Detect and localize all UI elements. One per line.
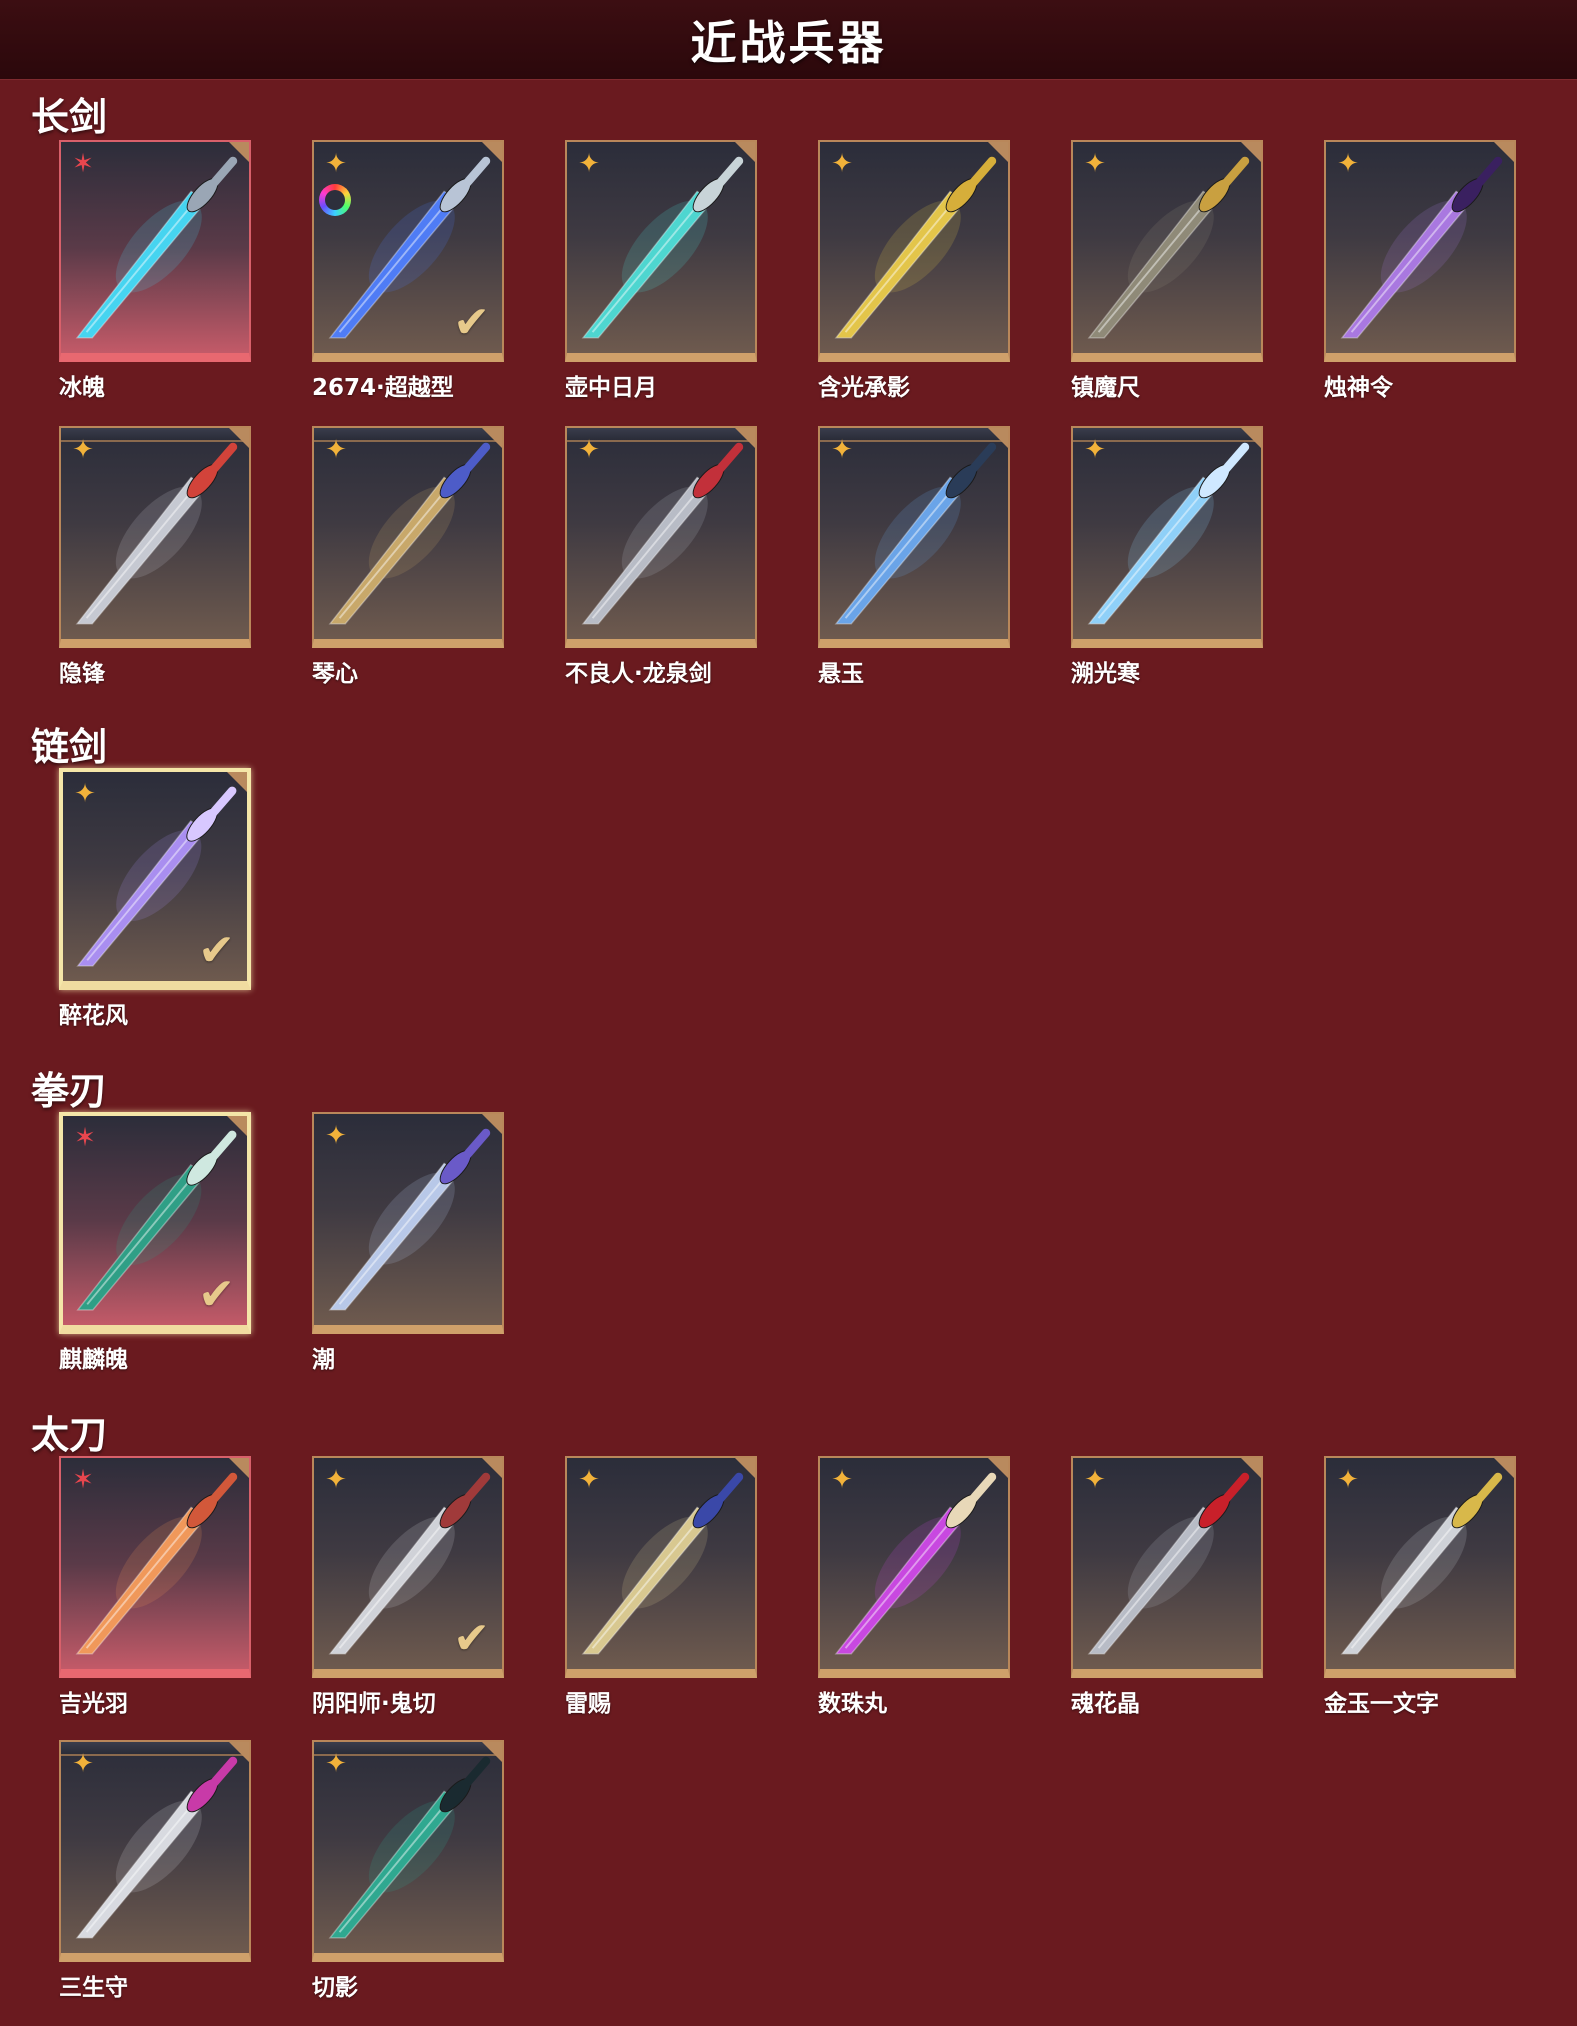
weapon-name: 数珠丸	[818, 1691, 887, 1717]
weapon-name: 隐锋	[59, 661, 105, 687]
corner-tab-icon	[735, 428, 755, 448]
weapon-name: 2674·超越型	[312, 375, 454, 401]
rarity-star-icon: ✦	[325, 149, 347, 179]
weapon-card[interactable]: ✦	[59, 1740, 251, 1962]
weapon-name: 不良人·龙泉剑	[565, 661, 712, 687]
corner-tab-icon	[988, 142, 1008, 162]
rarity-star-icon: ✦	[578, 1465, 600, 1495]
rarity-star-icon: ✦	[1084, 1465, 1106, 1495]
rarity-star-icon: ✦	[831, 1465, 853, 1495]
rarity-star-icon: ✦	[72, 435, 94, 465]
weapon-name: 吉光羽	[59, 1691, 128, 1717]
weapon-card[interactable]: ✦ ✔	[312, 1456, 504, 1678]
section-title: 链剑	[31, 725, 108, 769]
weapon-name: 烛神令	[1324, 375, 1393, 401]
weapon-card[interactable]: ✦	[1324, 140, 1516, 362]
corner-tab-icon	[1241, 428, 1261, 448]
rarity-star-icon: ✦	[325, 1121, 347, 1151]
weapon-card[interactable]: ✦	[818, 426, 1010, 648]
corner-tab-icon	[482, 142, 502, 162]
weapon-name: 阴阳师·鬼切	[312, 1691, 436, 1717]
weapon-name: 冰魄	[59, 375, 105, 401]
corner-tab-icon	[482, 428, 502, 448]
rarity-star-icon: ✦	[72, 1749, 94, 1779]
weapon-card[interactable]: ✶	[59, 1456, 251, 1678]
weapon-name: 琴心	[312, 661, 358, 687]
section-title: 长剑	[31, 95, 108, 139]
weapon-name: 切影	[312, 1975, 358, 2001]
rarity-star-icon: ✦	[578, 149, 600, 179]
weapon-name: 潮	[312, 1347, 335, 1373]
rarity-star-icon: ✦	[1084, 149, 1106, 179]
corner-tab-icon	[229, 1742, 249, 1762]
corner-tab-icon	[482, 1458, 502, 1478]
corner-tab-icon	[1494, 142, 1514, 162]
corner-tab-icon	[988, 1458, 1008, 1478]
page-title: 近战兵器	[690, 15, 887, 70]
checkmark-icon: ✔	[198, 925, 235, 976]
weapon-name: 麒麟魄	[59, 1347, 128, 1373]
corner-tab-icon	[1241, 1458, 1261, 1478]
rarity-star-icon: ✶	[72, 1465, 94, 1495]
weapon-card[interactable]: ✦	[59, 426, 251, 648]
weapon-card[interactable]: ✶ ✔	[59, 1112, 251, 1334]
rarity-star-icon: ✦	[325, 435, 347, 465]
corner-tab-icon	[227, 772, 247, 792]
color-ring-icon	[319, 184, 351, 216]
checkmark-icon: ✔	[453, 1613, 490, 1664]
corner-tab-icon	[988, 428, 1008, 448]
checkmark-icon: ✔	[198, 1269, 235, 1320]
corner-tab-icon	[1494, 1458, 1514, 1478]
weapon-card[interactable]: ✦ ✔	[312, 140, 504, 362]
weapon-card[interactable]: ✦	[312, 1740, 504, 1962]
weapon-card[interactable]: ✦	[312, 1112, 504, 1334]
weapon-card[interactable]: ✦	[565, 140, 757, 362]
rarity-star-icon: ✦	[325, 1749, 347, 1779]
weapon-card[interactable]: ✦	[565, 426, 757, 648]
corner-tab-icon	[735, 1458, 755, 1478]
corner-tab-icon	[482, 1114, 502, 1134]
rarity-star-icon: ✦	[831, 435, 853, 465]
weapon-card[interactable]: ✦	[1324, 1456, 1516, 1678]
corner-tab-icon	[227, 1116, 247, 1136]
corner-tab-icon	[482, 1742, 502, 1762]
weapon-card[interactable]: ✦	[1071, 140, 1263, 362]
rarity-star-icon: ✦	[578, 435, 600, 465]
weapon-name: 含光承影	[818, 375, 910, 401]
weapon-card[interactable]: ✦	[1071, 426, 1263, 648]
corner-tab-icon	[229, 428, 249, 448]
rarity-star-icon: ✦	[831, 149, 853, 179]
weapon-name: 溯光寒	[1071, 661, 1140, 687]
weapon-name: 壶中日月	[565, 375, 657, 401]
weapon-name: 三生守	[59, 1975, 128, 2001]
weapon-name: 金玉一文字	[1324, 1691, 1439, 1717]
section-title: 太刀	[31, 1413, 108, 1457]
weapon-name: 悬玉	[818, 661, 864, 687]
weapon-name: 雷赐	[565, 1691, 611, 1717]
weapon-card[interactable]: ✦ ✔	[59, 768, 251, 990]
corner-tab-icon	[229, 1458, 249, 1478]
weapon-name: 镇魔尺	[1071, 375, 1140, 401]
weapon-card[interactable]: ✦	[818, 140, 1010, 362]
weapon-card[interactable]: ✦	[565, 1456, 757, 1678]
title-bar: 近战兵器	[0, 0, 1577, 80]
rarity-star-icon: ✶	[74, 1123, 96, 1153]
rarity-star-icon: ✶	[72, 149, 94, 179]
rarity-star-icon: ✦	[1337, 1465, 1359, 1495]
section-title: 拳刃	[31, 1069, 108, 1113]
corner-tab-icon	[1241, 142, 1261, 162]
corner-tab-icon	[735, 142, 755, 162]
checkmark-icon: ✔	[453, 297, 490, 348]
rarity-star-icon: ✦	[74, 779, 96, 809]
rarity-star-icon: ✦	[325, 1465, 347, 1495]
weapon-card[interactable]: ✦	[818, 1456, 1010, 1678]
weapon-card[interactable]: ✦	[312, 426, 504, 648]
corner-tab-icon	[229, 142, 249, 162]
weapon-name: 魂花晶	[1071, 1691, 1140, 1717]
weapon-card[interactable]: ✦	[1071, 1456, 1263, 1678]
rarity-star-icon: ✦	[1084, 435, 1106, 465]
rarity-star-icon: ✦	[1337, 149, 1359, 179]
weapon-card[interactable]: ✶	[59, 140, 251, 362]
weapon-name: 醉花风	[59, 1003, 128, 1029]
